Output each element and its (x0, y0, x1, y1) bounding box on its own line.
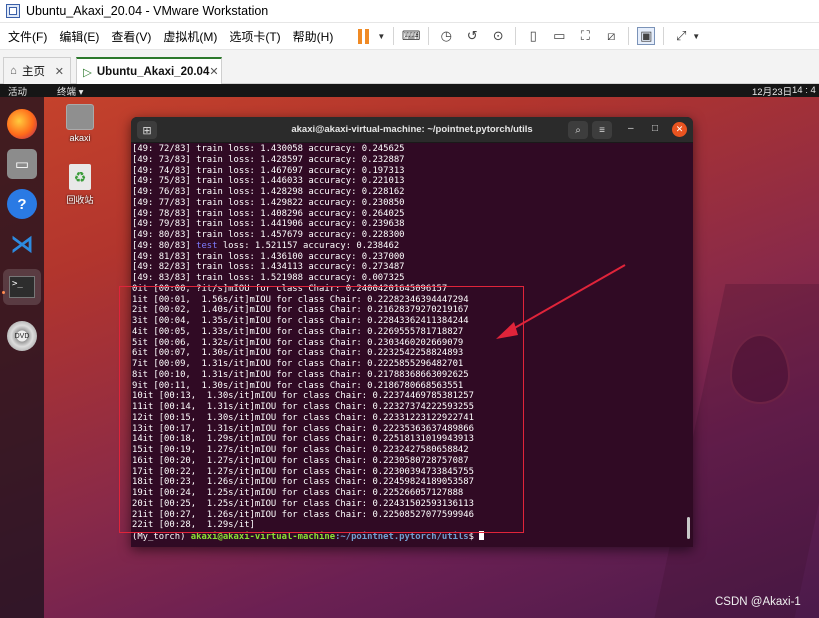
dvd-icon[interactable]: DVD (7, 321, 37, 351)
tab-vm[interactable]: ▷ Ubuntu_Akaxi_20.04 ✕ (76, 57, 222, 84)
tab-vm-label: Ubuntu_Akaxi_20.04 (96, 65, 210, 78)
ubuntu-dock: ▭ ? ⋊ >_ DVD (0, 97, 44, 618)
desktop-home-folder[interactable]: akaxi (52, 104, 108, 143)
terminal-line: [49: 81/83] train loss: 1.436100 accurac… (132, 251, 405, 262)
terminal-line: [49: 75/83] train loss: 1.446033 accurac… (132, 176, 405, 187)
watermark: CSDN @Akaxi-1 (715, 596, 801, 608)
menu-view[interactable]: 查看(V) (103, 28, 155, 45)
close-icon[interactable]: ✕ (209, 65, 218, 78)
search-icon: ⌕ (575, 124, 581, 136)
clock-time[interactable]: 14 : 4 (792, 85, 816, 96)
keyboard-icon: ⌨ (401, 28, 421, 43)
folder-icon: ▭ (14, 156, 30, 173)
vmware-app-icon (6, 4, 20, 18)
terminal-line: [49: 80/83] train loss: 1.457679 accurac… (132, 230, 405, 240)
menu-vm[interactable]: 虚拟机(M) (155, 28, 221, 45)
sidebar-layout-icon: ▯ (529, 28, 537, 43)
revert-icon: ↺ (466, 28, 478, 43)
menu-edit[interactable]: 编辑(E) (51, 28, 103, 45)
snapshot-manager-button[interactable]: ⊙ (489, 27, 507, 45)
terminal-line: [49: 73/83] train loss: 1.428597 accurac… (132, 154, 405, 165)
annotation-arrow (496, 264, 626, 339)
terminal-line: [49: 77/83] train loss: 1.429822 accurac… (132, 197, 405, 208)
console-view-button[interactable]: ▣ (637, 27, 656, 45)
terminal-line: [49: 80/83] test loss: 1.521157 accuracy… (132, 240, 400, 251)
search-button[interactable]: ⌕ (568, 121, 588, 139)
fullscreen-button[interactable]: ⛶ (576, 27, 594, 45)
unity-icon: ⧄ (607, 28, 616, 43)
sidebar-toggle-button[interactable]: ▯ (524, 27, 542, 45)
prompt-path: :~/pointnet.pytorch/utils (335, 532, 469, 542)
app-menu[interactable]: 终端 ▾ (57, 84, 83, 98)
hamburger-icon: ≡ (599, 124, 605, 136)
console-icon: ▣ (640, 28, 653, 43)
home-folder-icon (66, 104, 94, 130)
activities-button[interactable]: 活动 (8, 84, 27, 98)
tab-home[interactable]: ⌂ 主页 ✕ (3, 57, 71, 84)
window-titlebar: Ubuntu_Akaxi_20.04 - VMware Workstation (0, 0, 819, 23)
unity-button[interactable]: ⧄ (602, 27, 620, 45)
terminal-icon[interactable]: >_ (3, 269, 41, 305)
menu-help[interactable]: 帮助(H) (285, 28, 338, 45)
tab-home-label: 主页 (21, 66, 45, 78)
thumbnail-layout-icon: ▭ (553, 28, 566, 43)
terminal-line: [49: 76/83] train loss: 1.428298 accurac… (132, 187, 405, 197)
terminal-scrollbar[interactable] (687, 517, 690, 539)
terminal-line: [49: 78/83] train loss: 1.408296 accurac… (132, 208, 405, 219)
revert-snapshot-button[interactable]: ↺ (463, 27, 481, 45)
menu-file[interactable]: 文件(F) (0, 28, 51, 45)
clock-icon: ◷ (440, 28, 452, 43)
desktop-trash[interactable]: ♻ 回收站 (52, 164, 108, 206)
clock-date[interactable]: 12月23日 (752, 84, 792, 98)
snapshot-button[interactable]: ◷ (437, 27, 455, 45)
terminal-line: [49: 79/83] train loss: 1.441906 accurac… (132, 219, 405, 230)
disc-icon: DVD (14, 332, 30, 340)
stretch-dropdown-icon[interactable]: ▼ (692, 32, 700, 41)
toolbar-separator (628, 27, 630, 45)
fullscreen-icon: ⛶ (580, 28, 590, 43)
terminal-line: [49: 74/83] train loss: 1.467697 accurac… (132, 165, 405, 176)
minimize-button[interactable]: ‒ (628, 123, 634, 134)
prompt-user: akaxi@akaxi-virtual-machine (190, 532, 336, 542)
tab-bar: ⌂ 主页 ✕ ▷ Ubuntu_Akaxi_20.04 ✕ (0, 50, 819, 84)
menu-bar: 文件(F) 编辑(E) 查看(V) 虚拟机(M) 选项卡(T) 帮助(H) ▼ … (0, 23, 819, 50)
thumbnail-bar-button[interactable]: ▭ (550, 27, 568, 45)
desktop-home-label: akaxi (69, 133, 91, 143)
firefox-icon[interactable] (7, 109, 37, 139)
vm-running-icon: ▷ (83, 66, 92, 79)
home-icon: ⌂ (10, 65, 17, 77)
stretch-guest-button[interactable]: ⤢ (672, 27, 690, 45)
vscode-icon[interactable]: ⋊ (7, 229, 37, 259)
window-title: Ubuntu_Akaxi_20.04 - VMware Workstation (26, 4, 269, 18)
prompt-symbol: $ (468, 532, 480, 542)
pause-dropdown-icon[interactable]: ▼ (377, 32, 385, 41)
vscode-logo-icon: ⋊ (10, 230, 34, 258)
send-ctrl-alt-del-button[interactable]: ⌨ (401, 27, 421, 45)
stretch-icon: ⤢ (676, 28, 687, 43)
toolbar-separator (393, 27, 395, 45)
files-icon[interactable]: ▭ (7, 149, 37, 179)
toolbar-separator (663, 27, 665, 45)
question-icon: ? (17, 195, 27, 213)
pause-button[interactable] (351, 27, 375, 45)
recycle-icon: ♻ (69, 164, 91, 190)
pause-icon (357, 28, 369, 44)
close-icon[interactable]: ✕ (55, 65, 64, 78)
terminal-prompt-icon: >_ (9, 276, 35, 298)
maximize-button[interactable]: □ (652, 123, 658, 134)
snapshot-manager-icon: ⊙ (492, 28, 504, 43)
test-keyword: test (196, 240, 218, 251)
terminal-header[interactable]: ⊞ akaxi@akaxi-virtual-machine: ~/pointne… (131, 117, 693, 143)
annotation-box (119, 286, 524, 533)
gnome-top-bar: 活动 终端 ▾ 12月23日 14 : 4 (0, 84, 819, 98)
terminal-line: [49: 72/83] train loss: 1.430058 accurac… (132, 144, 405, 154)
toolbar-separator (428, 27, 430, 45)
close-button[interactable]: ✕ (672, 122, 687, 137)
menu-tabs[interactable]: 选项卡(T) (221, 28, 284, 45)
desktop-trash-label: 回收站 (66, 195, 94, 205)
prompt-env: (My_torch) (132, 532, 191, 542)
hamburger-menu-button[interactable]: ≡ (592, 121, 612, 139)
help-icon[interactable]: ? (7, 189, 37, 219)
toolbar-separator (515, 27, 517, 45)
